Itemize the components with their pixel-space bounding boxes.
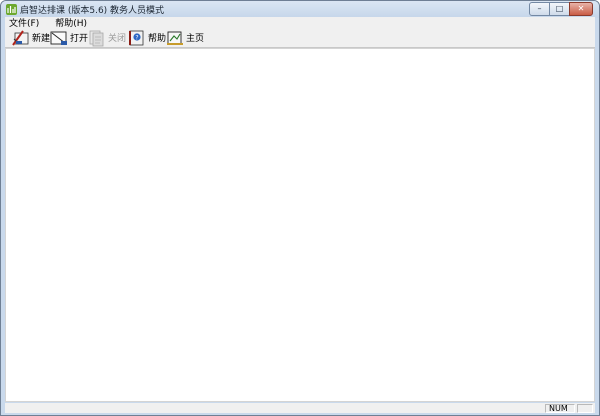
num-lock-indicator: NUM — [545, 404, 575, 413]
app-logo-icon — [6, 4, 17, 15]
help-button[interactable]: ? 帮助 — [127, 28, 166, 47]
svg-text:?: ? — [135, 34, 138, 41]
status-pane-empty — [577, 404, 593, 413]
main-workspace[interactable] — [5, 48, 595, 402]
toolbar: 新建 打开 关闭 ? 帮助 主页 — [5, 28, 595, 48]
close-document-icon — [89, 30, 104, 46]
open-label: 打开 — [70, 34, 89, 44]
home-page-icon — [167, 31, 183, 45]
help-label: 帮助 — [148, 34, 167, 44]
close-button[interactable]: 关闭 — [87, 28, 126, 47]
maximize-button[interactable]: □ — [550, 2, 569, 16]
menu-bar: 文件(F) 帮助(H) — [5, 17, 595, 29]
app-window: 启智达排课 (版本5.6) 教务人员模式 – □ ✕ 文件(F) 帮助(H) 新… — [0, 0, 600, 416]
help-book-icon: ? — [129, 30, 144, 45]
window-title: 启智达排课 (版本5.6) 教务人员模式 — [20, 6, 165, 16]
new-label: 新建 — [32, 34, 51, 44]
window-controls: – □ ✕ — [529, 2, 593, 16]
close-window-button[interactable]: ✕ — [569, 2, 593, 16]
open-file-icon — [50, 31, 67, 45]
new-document-icon — [12, 29, 29, 46]
home-label: 主页 — [186, 34, 205, 44]
home-button[interactable]: 主页 — [165, 28, 204, 47]
open-button[interactable]: 打开 — [49, 28, 88, 47]
status-bar: NUM — [5, 403, 595, 413]
minimize-button[interactable]: – — [529, 2, 550, 16]
close-label: 关闭 — [108, 34, 127, 44]
new-button[interactable]: 新建 — [11, 28, 50, 47]
